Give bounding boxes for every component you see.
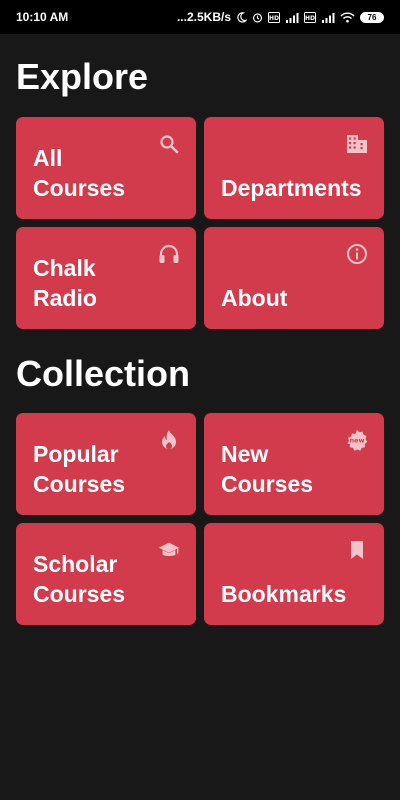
all-courses-tile[interactable]: All Courses bbox=[16, 117, 196, 219]
about-tile[interactable]: About bbox=[204, 227, 384, 329]
wifi-icon bbox=[340, 12, 355, 22]
volte-icon-2: HD bbox=[304, 11, 316, 23]
svg-text:HD: HD bbox=[269, 15, 279, 22]
svg-text:HD: HD bbox=[305, 15, 315, 22]
bookmarks-tile[interactable]: Bookmarks bbox=[204, 523, 384, 625]
network-speed: ...2.5KB/s bbox=[176, 10, 231, 24]
all-courses-label: All Courses bbox=[33, 145, 126, 201]
scholar-courses-label: Scholar Courses bbox=[33, 551, 126, 607]
status-time: 10:10 AM bbox=[16, 10, 69, 24]
signal-icon-2 bbox=[322, 12, 335, 23]
bookmark-icon bbox=[346, 539, 368, 561]
popular-courses-tile[interactable]: Popular Courses bbox=[16, 413, 196, 515]
departments-label: Departments bbox=[221, 175, 362, 201]
status-bar: 10:10 AM ...2.5KB/s HD HD 76 bbox=[0, 0, 400, 34]
new-badge-icon: new bbox=[346, 429, 368, 451]
popular-courses-label: Popular Courses bbox=[33, 441, 126, 497]
collection-heading: Collection bbox=[16, 353, 191, 394]
about-label: About bbox=[221, 285, 288, 311]
moon-icon bbox=[237, 11, 247, 23]
battery-level: 76 bbox=[367, 12, 377, 22]
new-courses-tile[interactable]: new New Courses bbox=[204, 413, 384, 515]
signal-icon bbox=[286, 12, 299, 23]
chalk-radio-label: Chalk Radio bbox=[33, 255, 97, 311]
departments-tile[interactable]: Departments bbox=[204, 117, 384, 219]
graduation-cap-icon bbox=[158, 539, 180, 561]
search-icon bbox=[158, 133, 180, 155]
chalk-radio-tile[interactable]: Chalk Radio bbox=[16, 227, 196, 329]
headphones-icon bbox=[158, 243, 180, 265]
bookmarks-label: Bookmarks bbox=[221, 581, 347, 607]
building-icon bbox=[346, 133, 368, 155]
status-icons: ...2.5KB/s HD HD 76 bbox=[177, 10, 384, 24]
new-badge-text: new bbox=[350, 436, 365, 444]
battery-icon: 76 bbox=[360, 11, 384, 23]
flame-icon bbox=[158, 429, 180, 451]
explore-heading: Explore bbox=[16, 56, 149, 97]
new-courses-label: New Courses bbox=[221, 441, 314, 497]
scholar-courses-tile[interactable]: Scholar Courses bbox=[16, 523, 196, 625]
info-icon bbox=[346, 243, 368, 265]
alarm-icon bbox=[252, 12, 263, 22]
volte-icon: HD bbox=[268, 11, 280, 23]
